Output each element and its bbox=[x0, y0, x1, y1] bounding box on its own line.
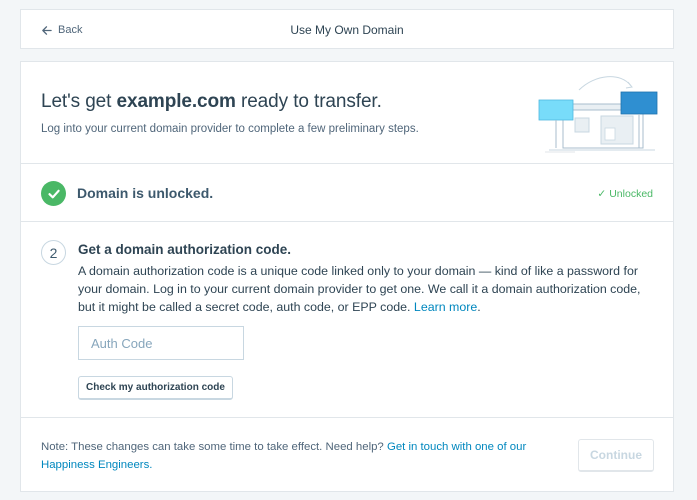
step-auth-code: 2 Get a domain authorization code. A dom… bbox=[21, 222, 673, 418]
unlocked-status-badge: ✓ Unlocked bbox=[597, 188, 653, 200]
learn-more-suffix: . bbox=[477, 300, 481, 314]
intro-subtitle: Log into your current domain provider to… bbox=[41, 123, 419, 135]
continue-button[interactable]: Continue bbox=[578, 439, 654, 472]
transfer-card: Let's get example.com ready to transfer.… bbox=[20, 61, 674, 492]
intro-heading-prefix: Let's get bbox=[41, 91, 117, 112]
auth-code-input[interactable] bbox=[78, 326, 244, 360]
checkmark-circle-icon bbox=[41, 181, 66, 206]
intro-heading-suffix: ready to transfer. bbox=[235, 91, 382, 112]
learn-more-link[interactable]: Learn more bbox=[414, 300, 477, 314]
page-title: Use My Own Domain bbox=[290, 23, 404, 37]
footer-note-text: Note: These changes can take some time t… bbox=[41, 441, 384, 453]
step-number-badge: 2 bbox=[41, 240, 66, 265]
checkmark-icon: ✓ bbox=[597, 188, 607, 200]
footer-note: Note: These changes can take some time t… bbox=[41, 438, 571, 474]
unlocked-status-text: Unlocked bbox=[609, 188, 653, 200]
domain-transfer-illustration bbox=[538, 76, 658, 153]
step-auth-description-text: A domain authorization code is a unique … bbox=[78, 264, 641, 314]
intro-heading-domain: example.com bbox=[116, 91, 236, 112]
back-button[interactable]: Back bbox=[41, 10, 82, 50]
step-domain-unlocked: Domain is unlocked. ✓ Unlocked bbox=[21, 164, 673, 222]
intro-heading: Let's get example.com ready to transfer. bbox=[41, 91, 382, 113]
step-auth-description: A domain authorization code is a unique … bbox=[78, 262, 658, 316]
back-label: Back bbox=[58, 24, 83, 36]
arrow-left-icon bbox=[42, 25, 52, 35]
step-unlocked-label: Domain is unlocked. bbox=[77, 185, 214, 201]
step-auth-title: Get a domain authorization code. bbox=[78, 242, 292, 257]
intro-section: Let's get example.com ready to transfer.… bbox=[21, 62, 673, 164]
header-bar: Back Use My Own Domain bbox=[20, 9, 674, 49]
check-auth-code-button[interactable]: Check my authorization code bbox=[78, 376, 233, 400]
